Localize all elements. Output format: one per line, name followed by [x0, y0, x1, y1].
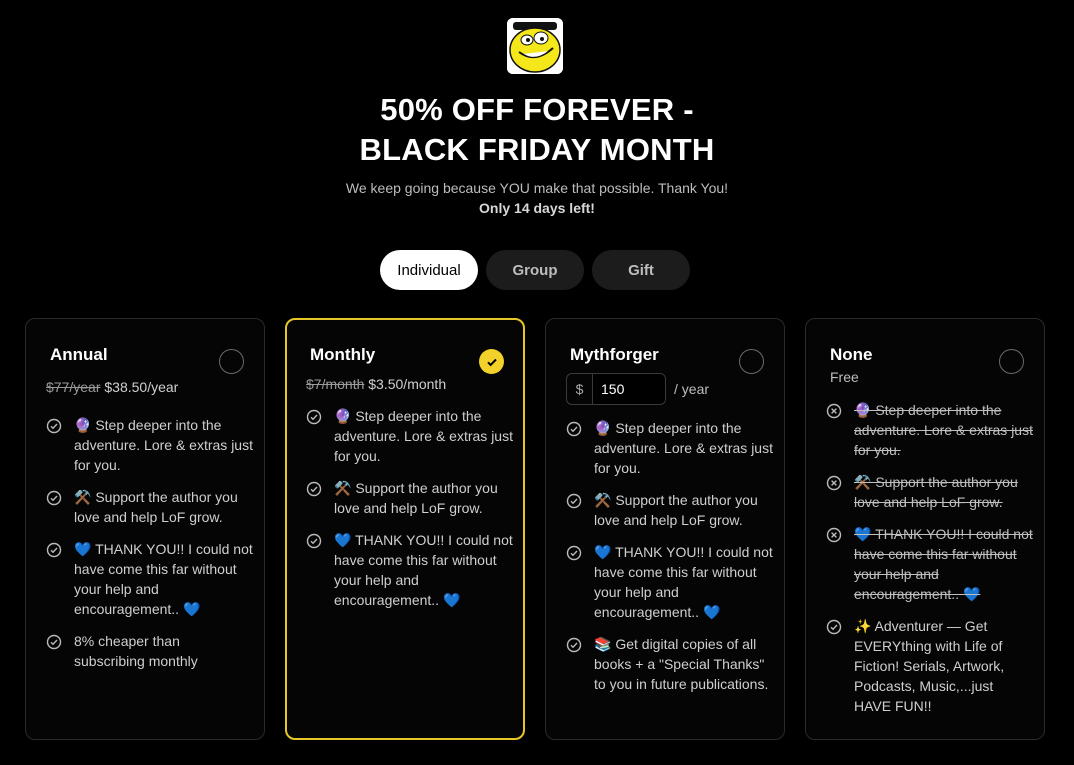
feature-list: 🔮 Step deeper into the adventure. Lore &…	[306, 406, 513, 622]
feature-item: 💙 THANK YOU!! I could not have come this…	[46, 539, 254, 619]
plan-card-mythforger[interactable]: Mythforger $ / year 🔮 Step deeper into t…	[545, 318, 785, 740]
tab-individual[interactable]: Individual	[380, 250, 478, 290]
feature-item: ✨ Adventurer — Get EVERYthing with Life …	[826, 616, 1034, 716]
check-circle-icon	[306, 481, 322, 497]
feature-item: 🔮 Step deeper into the adventure. Lore &…	[46, 415, 254, 475]
plan-card-monthly[interactable]: Monthly $7/month $3.50/month 🔮 Step deep…	[285, 318, 525, 740]
feature-item: 📚 Get digital copies of all books + a "S…	[566, 634, 774, 694]
plan-card-none[interactable]: None Free 🔮 Step deeper into the adventu…	[805, 318, 1045, 740]
x-circle-icon	[826, 527, 842, 543]
plan-name: Monthly	[310, 345, 376, 364]
feature-text: 💙 THANK YOU!! I could not have come this…	[854, 526, 1033, 602]
amount-field: $	[566, 373, 666, 405]
feature-item-excluded: 💙 THANK YOU!! I could not have come this…	[826, 524, 1034, 604]
check-circle-icon	[566, 493, 582, 509]
check-circle-icon	[306, 409, 322, 425]
x-circle-icon	[826, 475, 842, 491]
check-circle-icon	[46, 490, 62, 506]
check-circle-icon	[826, 619, 842, 635]
feature-item: 💙 THANK YOU!! I could not have come this…	[306, 530, 513, 610]
check-circle-icon	[566, 545, 582, 561]
check-circle-icon	[46, 542, 62, 558]
feature-text: 🔮 Step deeper into the adventure. Lore &…	[854, 402, 1033, 458]
logo-face-icon	[507, 18, 563, 74]
tab-gift[interactable]: Gift	[592, 250, 690, 290]
feature-item: ⚒️ Support the author you love and help …	[306, 478, 513, 518]
feature-item: 💙 THANK YOU!! I could not have come this…	[566, 542, 774, 622]
page-title-line2: BLACK FRIDAY MONTH	[359, 132, 715, 167]
plan-radio-mythforger[interactable]	[739, 349, 764, 374]
check-circle-icon	[46, 634, 62, 650]
check-icon	[486, 358, 497, 366]
feature-text: ✨ Adventurer — Get EVERYthing with Life …	[854, 618, 1005, 714]
feature-item: 🔮 Step deeper into the adventure. Lore &…	[566, 418, 774, 478]
feature-text: 💙 THANK YOU!! I could not have come this…	[74, 541, 253, 617]
tab-group[interactable]: Group	[486, 250, 584, 290]
x-circle-icon	[826, 403, 842, 419]
subtitle: We keep going because YOU make that poss…	[345, 180, 729, 196]
amount-unit: / year	[674, 381, 710, 397]
feature-list: 🔮 Step deeper into the adventure. Lore &…	[826, 400, 1034, 728]
check-circle-icon	[46, 418, 62, 434]
feature-list: 🔮 Step deeper into the adventure. Lore &…	[566, 418, 774, 706]
feature-text: ⚒️ Support the author you love and help …	[854, 474, 1018, 510]
plan-price: $7/month $3.50/month	[306, 375, 446, 393]
plan-radio-none[interactable]	[999, 349, 1024, 374]
check-circle-icon	[306, 533, 322, 549]
plan-radio-annual[interactable]	[219, 349, 244, 374]
plan-name: Annual	[50, 345, 108, 364]
currency-symbol: $	[567, 374, 593, 404]
feature-item: 🔮 Step deeper into the adventure. Lore &…	[306, 406, 513, 466]
urgency-text: Only 14 days left!	[479, 200, 595, 216]
logo	[507, 18, 563, 74]
feature-text: 🔮 Step deeper into the adventure. Lore &…	[594, 420, 773, 476]
current-price: $38.50/year	[104, 379, 179, 395]
feature-text: ⚒️ Support the author you love and help …	[334, 480, 498, 516]
plan-card-annual[interactable]: Annual $77/year $38.50/year 🔮 Step deepe…	[25, 318, 265, 740]
feature-item-excluded: ⚒️ Support the author you love and help …	[826, 472, 1034, 512]
plan-name: None	[830, 345, 873, 364]
feature-text: 📚 Get digital copies of all books + a "S…	[594, 636, 769, 692]
current-price: $3.50/month	[368, 376, 447, 392]
plan-price: Free	[830, 369, 859, 385]
plan-radio-monthly[interactable]	[479, 349, 504, 374]
feature-text: 💙 THANK YOU!! I could not have come this…	[594, 544, 773, 620]
check-circle-icon	[566, 637, 582, 653]
feature-text: 🔮 Step deeper into the adventure. Lore &…	[334, 408, 513, 464]
check-circle-icon	[566, 421, 582, 437]
feature-item-excluded: 🔮 Step deeper into the adventure. Lore &…	[826, 400, 1034, 460]
old-price: $77/year	[46, 379, 101, 395]
old-price: $7/month	[306, 376, 365, 392]
plan-name: Mythforger	[570, 345, 659, 364]
feature-text: 8% cheaper than subscribing monthly	[74, 633, 198, 669]
custom-amount-row: $ / year	[566, 373, 709, 405]
page-title-line1: 50% OFF FOREVER -	[380, 92, 694, 127]
feature-text: ⚒️ Support the author you love and help …	[74, 489, 238, 525]
feature-text: 🔮 Step deeper into the adventure. Lore &…	[74, 417, 253, 473]
plan-price: $77/year $38.50/year	[46, 378, 178, 396]
feature-text: ⚒️ Support the author you love and help …	[594, 492, 758, 528]
amount-input[interactable]	[593, 374, 665, 404]
feature-item: ⚒️ Support the author you love and help …	[566, 490, 774, 530]
feature-item: ⚒️ Support the author you love and help …	[46, 487, 254, 527]
feature-text: 💙 THANK YOU!! I could not have come this…	[334, 532, 513, 608]
feature-list: 🔮 Step deeper into the adventure. Lore &…	[46, 415, 254, 683]
feature-item: 8% cheaper than subscribing monthly	[46, 631, 254, 671]
